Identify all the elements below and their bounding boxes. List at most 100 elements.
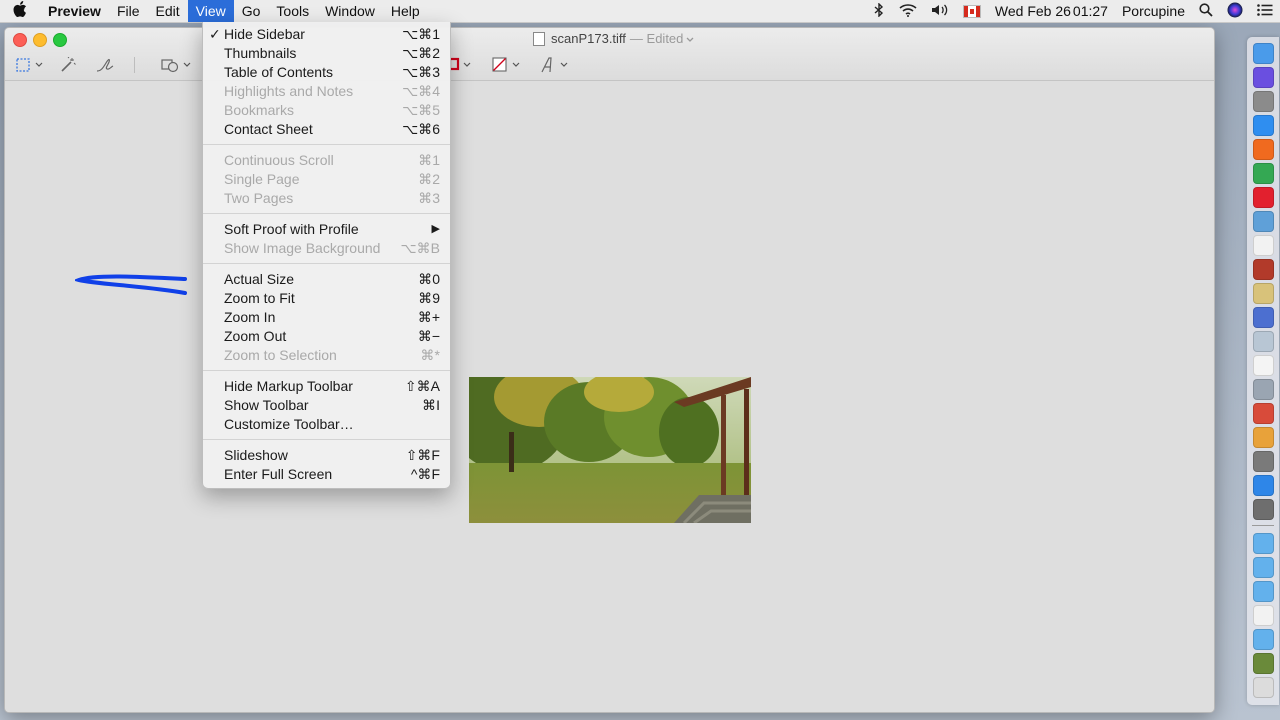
menu-separator	[203, 213, 450, 214]
menu-item-shortcut: ⌘9	[418, 290, 440, 306]
menu-item-label: Zoom In	[224, 309, 276, 325]
menubar-date[interactable]: Wed Feb 26	[995, 3, 1071, 19]
menu-go[interactable]: Go	[234, 0, 269, 22]
menu-item-shortcut: ⌘0	[418, 271, 440, 287]
firefox-icon[interactable]	[1253, 139, 1274, 160]
finder-icon[interactable]	[1253, 43, 1274, 64]
bbedit-icon[interactable]	[1253, 307, 1274, 328]
menu-item-actual-size[interactable]: Actual Size ⌘0	[203, 270, 450, 289]
menu-item-zoom-to-fit[interactable]: Zoom to Fit ⌘9	[203, 289, 450, 308]
document-canvas[interactable]	[5, 81, 1214, 712]
close-window-button[interactable]	[13, 33, 27, 47]
instant-alpha-button[interactable]	[59, 55, 77, 75]
menu-window[interactable]: Window	[317, 0, 383, 22]
border-color-button[interactable]	[450, 55, 474, 75]
folder-icon[interactable]	[1253, 629, 1274, 650]
volume-icon[interactable]	[931, 3, 949, 20]
applications-folder-icon[interactable]	[1253, 581, 1274, 602]
rectangular-selection-button[interactable]	[15, 55, 45, 75]
apple-icon[interactable]	[0, 0, 40, 22]
menubar-user[interactable]: Porcupine	[1122, 3, 1185, 19]
menu-item-slideshow[interactable]: Slideshow ⇧⌘F	[203, 446, 450, 465]
system-preferences-icon[interactable]	[1253, 499, 1274, 520]
fill-color-button[interactable]	[492, 55, 524, 75]
menu-item-shortcut: ⌘+	[417, 309, 440, 325]
opera-icon[interactable]	[1253, 187, 1274, 208]
wifi-icon[interactable]	[899, 3, 917, 20]
menu-item-contact-sheet[interactable]: Contact Sheet ⌥⌘6	[203, 120, 450, 139]
menu-item-label: Hide Sidebar	[224, 26, 305, 42]
document-stack-icon[interactable]	[1253, 605, 1274, 626]
preview-photo-icon[interactable]	[1253, 331, 1274, 352]
menu-file[interactable]: File	[109, 0, 148, 22]
checkmark-icon: ✓	[209, 26, 221, 42]
menu-item-hide-sidebar[interactable]: ✓ Hide Sidebar ⌥⌘1	[203, 25, 450, 44]
notes-icon[interactable]	[1253, 283, 1274, 304]
calendar-icon[interactable]	[1253, 235, 1274, 256]
menu-item-label: Zoom to Selection	[224, 347, 337, 363]
image-capture-icon[interactable]	[1253, 379, 1274, 400]
siri-icon[interactable]	[1227, 2, 1243, 21]
trash-icon[interactable]	[1253, 677, 1274, 698]
text-style-button[interactable]	[540, 55, 572, 75]
menu-item-label: Continuous Scroll	[224, 152, 334, 168]
launchpad-icon[interactable]	[1253, 91, 1274, 112]
menubar-time[interactable]: 01:27	[1073, 3, 1108, 19]
zoom-window-button[interactable]	[53, 33, 67, 47]
menu-item-label: Actual Size	[224, 271, 295, 287]
notification-center-icon[interactable]	[1257, 3, 1273, 19]
menu-item-show-toolbar[interactable]: Show Toolbar ⌘I	[203, 396, 450, 415]
preview-icon[interactable]	[1253, 211, 1274, 232]
menu-item-soft-proof-with-profile[interactable]: Soft Proof with Profile ▶	[203, 220, 450, 239]
sketch-button[interactable]	[95, 55, 117, 75]
grapher-icon[interactable]	[1253, 403, 1274, 424]
window-title-edited: — Edited	[629, 31, 684, 46]
menu-item-enter-full-screen[interactable]: Enter Full Screen ^⌘F	[203, 465, 450, 484]
safari-icon[interactable]	[1253, 115, 1274, 136]
preview-window: scanP173.tiff — Edited	[4, 27, 1215, 713]
garden-photo[interactable]	[469, 377, 751, 523]
canada-flag-icon[interactable]	[962, 4, 981, 18]
spotlight-icon[interactable]	[1199, 2, 1213, 20]
siri-icon[interactable]	[1253, 67, 1274, 88]
menu-item-shortcut: ⌘1	[418, 152, 440, 168]
menu-view[interactable]: View	[187, 0, 234, 22]
window-title[interactable]: scanP173.tiff — Edited	[533, 31, 694, 46]
bluetooth-icon[interactable]	[873, 1, 885, 20]
menu-item-label: Show Image Background	[224, 240, 381, 256]
menu-item-shortcut: ⇧⌘A	[404, 378, 440, 394]
menu-item-table-of-contents[interactable]: Table of Contents ⌥⌘3	[203, 63, 450, 82]
menu-item-thumbnails[interactable]: Thumbnails ⌥⌘2	[203, 44, 450, 63]
menu-item-highlights-and-notes: Highlights and Notes ⌥⌘4	[203, 82, 450, 101]
menu-item-label: Customize Toolbar…	[224, 416, 354, 432]
menu-item-label: Show Toolbar	[224, 397, 309, 413]
photo-booth-icon[interactable]	[1253, 451, 1274, 472]
app-store-icon[interactable]	[1253, 475, 1274, 496]
photos-icon[interactable]	[1253, 427, 1274, 448]
sketch-annotation[interactable]	[75, 271, 195, 301]
minimize-window-button[interactable]	[33, 33, 47, 47]
image-file-icon[interactable]	[1253, 653, 1274, 674]
textedit-icon[interactable]	[1253, 355, 1274, 376]
menu-edit[interactable]: Edit	[148, 0, 188, 22]
menu-item-single-page: Single Page ⌘2	[203, 170, 450, 189]
menu-item-hide-markup-toolbar[interactable]: Hide Markup Toolbar ⇧⌘A	[203, 377, 450, 396]
menu-item-shortcut: ⌥⌘2	[402, 45, 440, 61]
menu-item-label: Table of Contents	[224, 64, 333, 80]
downloads-folder-icon[interactable]	[1253, 533, 1274, 554]
menu-help[interactable]: Help	[383, 0, 428, 22]
shapes-button[interactable]	[160, 55, 194, 75]
toolbar-divider	[134, 57, 135, 73]
dictionary-icon[interactable]	[1253, 259, 1274, 280]
chrome-icon[interactable]	[1253, 163, 1274, 184]
documents-folder-icon[interactable]	[1253, 557, 1274, 578]
app-menu-preview[interactable]: Preview	[40, 0, 109, 22]
menu-tools[interactable]: Tools	[268, 0, 317, 22]
menu-separator	[203, 144, 450, 145]
menu-item-customize-toolbar[interactable]: Customize Toolbar…	[203, 415, 450, 434]
submenu-arrow-icon: ▶	[431, 223, 440, 235]
menu-item-shortcut: ⌘2	[418, 171, 440, 187]
menu-item-zoom-in[interactable]: Zoom In ⌘+	[203, 308, 450, 327]
menu-item-shortcut: ⌘−	[417, 328, 440, 344]
menu-item-zoom-out[interactable]: Zoom Out ⌘−	[203, 327, 450, 346]
